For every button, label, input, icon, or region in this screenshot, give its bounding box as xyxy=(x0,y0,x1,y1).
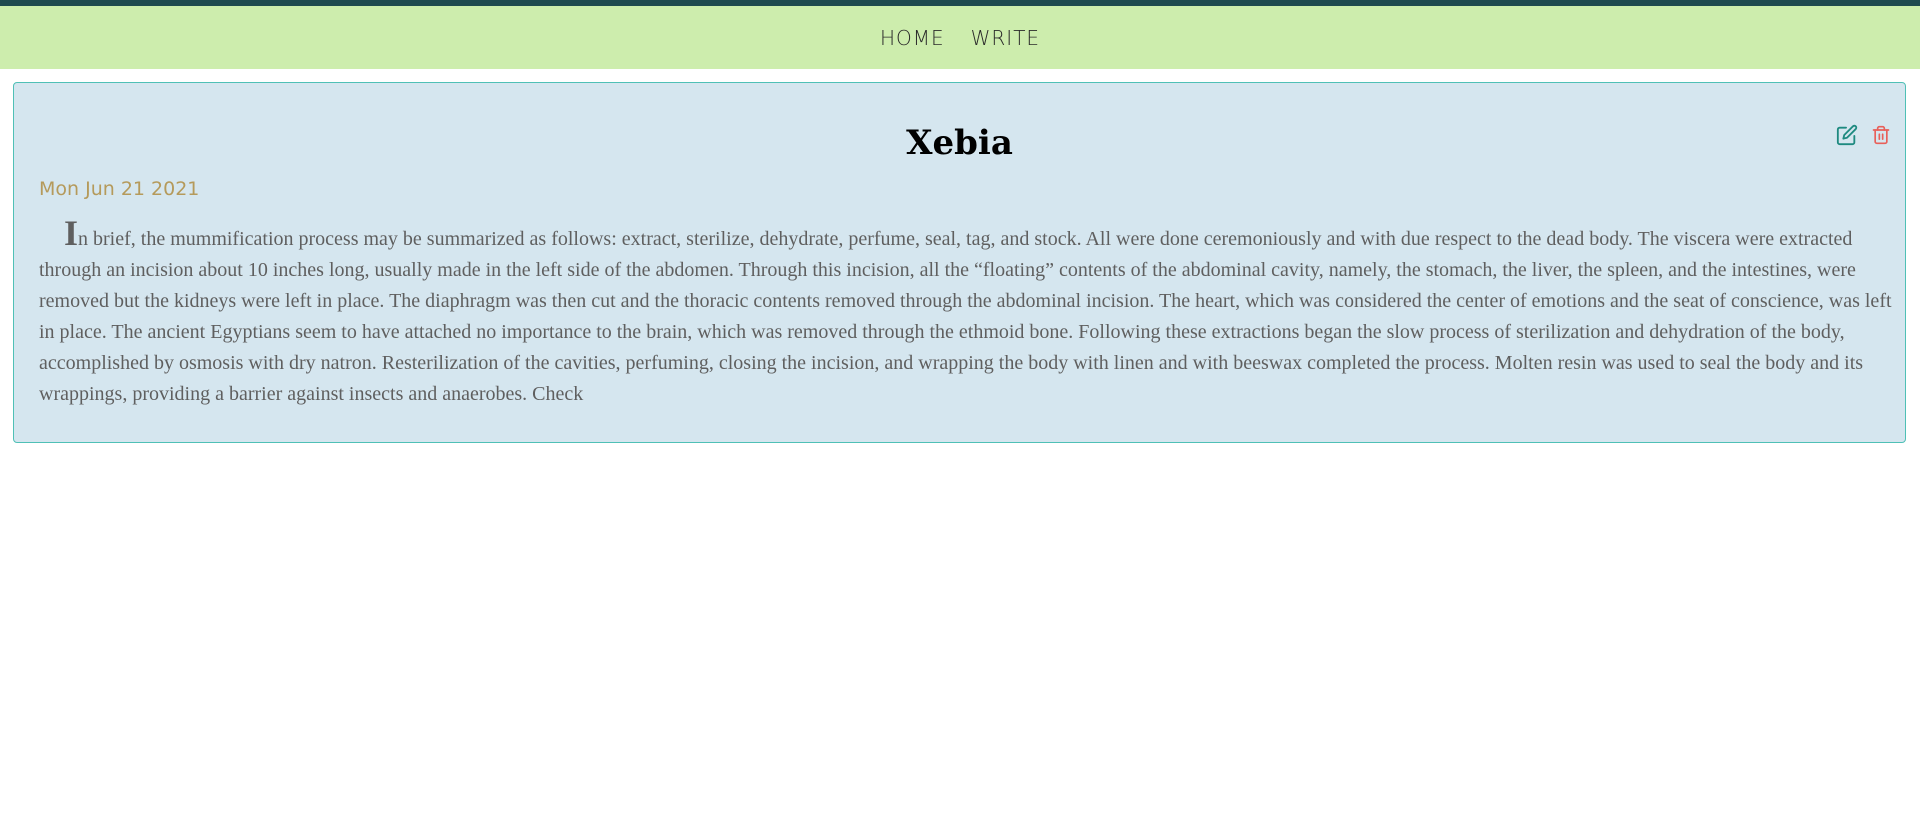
post-body-text: n brief, the mummification process may b… xyxy=(39,228,1892,405)
post-title: Xebia xyxy=(906,123,1013,163)
post-body-dropcap: I xyxy=(64,213,79,253)
nav-write-link[interactable]: WRITE xyxy=(971,26,1040,50)
post-card: Xebia Mon Jun 21 2021 In brief, the mumm… xyxy=(13,82,1906,443)
navbar: HOME WRITE xyxy=(0,6,1920,69)
post-body: In brief, the mummification process may … xyxy=(39,215,1895,410)
post-date: Mon Jun 21 2021 xyxy=(39,178,200,200)
nav-home-link[interactable]: HOME xyxy=(880,26,945,50)
